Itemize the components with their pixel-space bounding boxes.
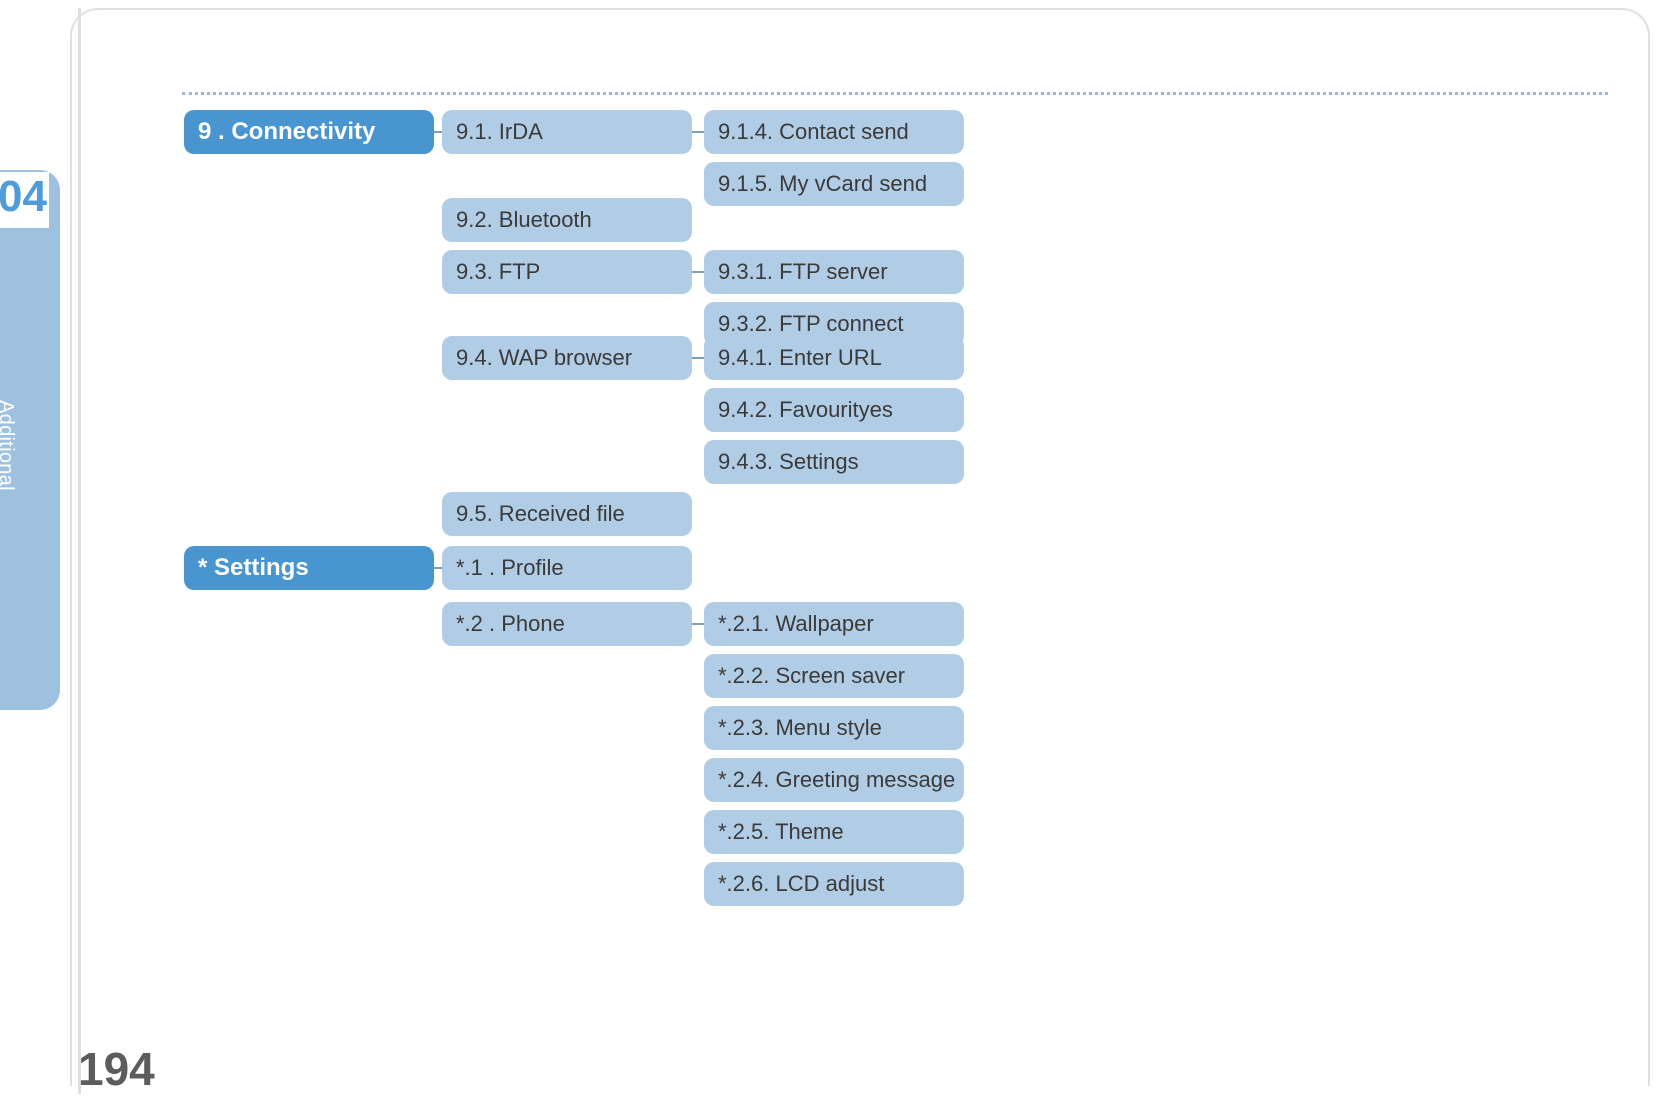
- dotted-rule: [182, 92, 1608, 95]
- item-favourites: 9.4.2. Favourityes: [704, 388, 964, 432]
- item-wallpaper: *.2.1. Wallpaper: [704, 602, 964, 646]
- item-wap-browser: 9.4. WAP browser: [442, 336, 692, 380]
- item-theme: *.2.5. Theme: [704, 810, 964, 854]
- item-enter-url: 9.4.1. Enter URL: [704, 336, 964, 380]
- page-number: 194: [78, 1042, 155, 1096]
- section-connectivity: 9 . Connectivity: [184, 110, 434, 154]
- item-received-file: 9.5. Received file: [442, 492, 692, 536]
- section-settings: * Settings: [184, 546, 434, 590]
- item-profile: *.1 . Profile: [442, 546, 692, 590]
- page-frame: 9 . Connectivity 9.1. IrDA 9.1.4. Contac…: [70, 8, 1650, 1086]
- item-lcd-adjust: *.2.6. LCD adjust: [704, 862, 964, 906]
- chapter-number: 04: [0, 172, 49, 228]
- item-my-vcard-send: 9.1.5. My vCard send: [704, 162, 964, 206]
- item-wap-settings: 9.4.3. Settings: [704, 440, 964, 484]
- item-screen-saver: *.2.2. Screen saver: [704, 654, 964, 698]
- chapter-label: Additional: [0, 400, 17, 491]
- item-bluetooth: 9.2. Bluetooth: [442, 198, 692, 242]
- item-ftp-server: 9.3.1. FTP server: [704, 250, 964, 294]
- item-irda: 9.1. IrDA: [442, 110, 692, 154]
- item-contact-send: 9.1.4. Contact send: [704, 110, 964, 154]
- item-phone: *.2 . Phone: [442, 602, 692, 646]
- item-ftp: 9.3. FTP: [442, 250, 692, 294]
- item-menu-style: *.2.3. Menu style: [704, 706, 964, 750]
- item-greeting-message: *.2.4. Greeting message: [704, 758, 964, 802]
